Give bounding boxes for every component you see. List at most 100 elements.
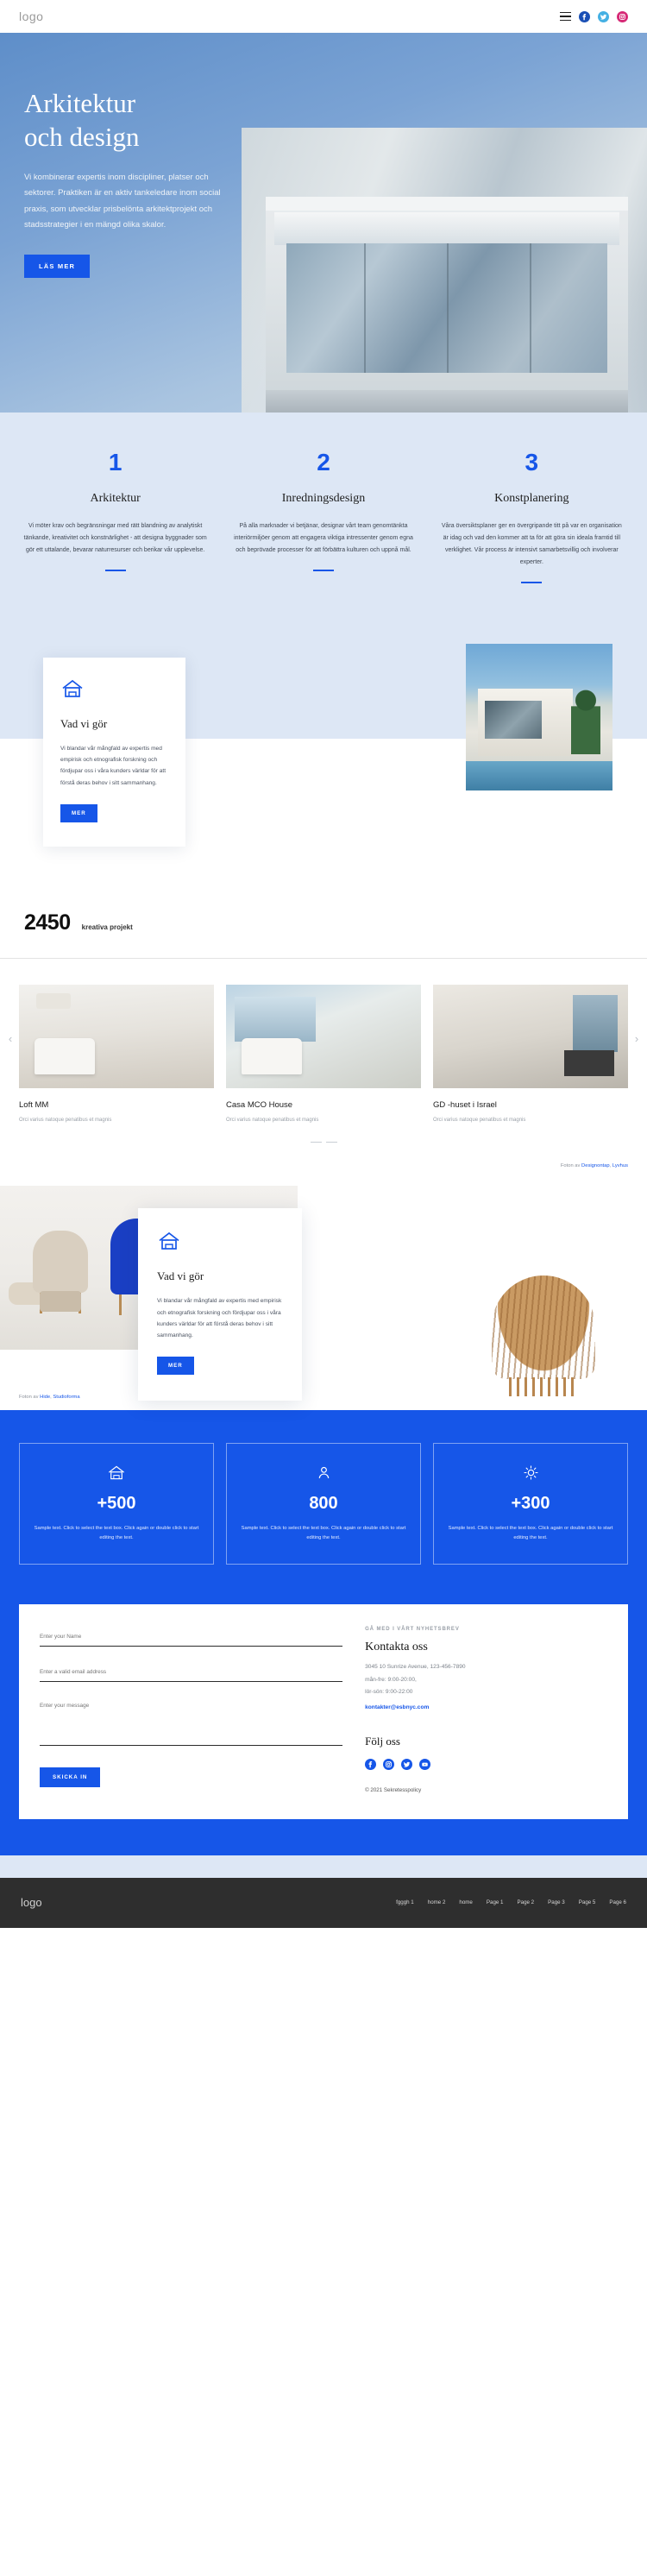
rattan-chair-shape <box>492 1275 595 1397</box>
portfolio-card[interactable]: GD -huset i Israel Orci varius natoque p… <box>433 984 628 1123</box>
twitter-icon[interactable] <box>401 1758 413 1770</box>
pool-shape <box>466 761 612 790</box>
features-section: 1 Arkitektur Vi möter krav och begränsni… <box>0 413 647 628</box>
carousel-dot[interactable] <box>310 1141 322 1143</box>
youtube-icon[interactable] <box>419 1758 431 1770</box>
chevron-left-icon[interactable]: ‹ <box>4 1032 16 1045</box>
message-input[interactable] <box>40 1697 343 1747</box>
footer-link-3[interactable]: home <box>459 1899 472 1905</box>
footer-link-7[interactable]: Page 5 <box>579 1899 596 1905</box>
hero-read-more-button[interactable]: LÄS MER <box>24 254 91 278</box>
counter-number: 2450 <box>24 910 71 935</box>
portfolio-card[interactable]: Loft MM Orci varius natoque penatibus et… <box>19 984 214 1123</box>
contact-form: SKICKA IN <box>40 1627 343 1793</box>
stat-text: Sample text. Click to select the text bo… <box>241 1526 406 1541</box>
hero-section: Arkitektur och design Vi kombinerar expe… <box>0 33 647 413</box>
portfolio-card[interactable]: Casa MCO House Orci varius natoque penat… <box>226 984 421 1123</box>
follow-social-row <box>365 1758 607 1770</box>
feature-divider <box>521 582 543 583</box>
newsletter-eyebrow: GÅ MED I VÅRT NYHETSBREV <box>365 1627 460 1633</box>
burger-line <box>560 19 571 22</box>
stat-item-1: +500 Sample text. Click to select the te… <box>19 1443 214 1565</box>
stat-text: Sample text. Click to select the text bo… <box>448 1526 613 1541</box>
contact-hours-weekend: lör-sön: 9:00-22:00 <box>365 1689 413 1696</box>
name-input[interactable] <box>40 1628 343 1647</box>
stat-item-3: +300 Sample text. Click to select the te… <box>433 1443 628 1565</box>
credit-link-studioforma[interactable]: Studioforma <box>53 1395 79 1400</box>
stat-item-2: 800 Sample text. Click to select the tex… <box>226 1443 421 1565</box>
site-header: logo <box>0 0 647 33</box>
counter-label: kreativa projekt <box>81 923 133 931</box>
contact-info: GÅ MED I VÅRT NYHETSBREV Kontakta oss 30… <box>365 1627 607 1793</box>
beige-chair-shape <box>33 1231 88 1314</box>
hamburger-menu-icon[interactable] <box>560 11 571 22</box>
bottom-spacer <box>0 1855 647 1878</box>
footer-link-1[interactable]: fgggh 1 <box>396 1899 414 1905</box>
carousel-dot[interactable] <box>325 1141 337 1143</box>
footer-link-5[interactable]: Page 2 <box>518 1899 535 1905</box>
copyright-text: © 2021 Sekretesspolicy <box>365 1786 422 1793</box>
feature-text: Våra översiktsplaner ger en övergripande… <box>441 523 622 565</box>
house-outline-icon <box>32 1463 201 1482</box>
credit-link-hide[interactable]: Hide <box>40 1395 50 1400</box>
footer-link-2[interactable]: home 2 <box>428 1899 446 1905</box>
hero-title-line2: och design <box>24 122 140 153</box>
site-logo[interactable]: logo <box>19 9 43 23</box>
palm-tree-shape <box>571 685 600 754</box>
services-card-text: Vi blandar vår mångfald av expertis med … <box>157 1298 282 1338</box>
interior-tv <box>564 1049 614 1076</box>
facebook-icon[interactable] <box>365 1758 377 1770</box>
submit-button[interactable]: SKICKA IN <box>40 1767 101 1788</box>
twitter-icon[interactable] <box>598 10 609 22</box>
interior-accent <box>36 992 71 1009</box>
burger-line <box>560 11 571 14</box>
portfolio-title: GD -huset i Israel <box>433 1099 497 1110</box>
stat-number: +500 <box>97 1494 136 1514</box>
stats-section: +500 Sample text. Click to select the te… <box>0 1410 647 1605</box>
footer-link-4[interactable]: Page 1 <box>487 1899 504 1905</box>
feature-divider <box>104 570 126 571</box>
feature-item-3: 3 Konstplanering Våra översiktsplaner ge… <box>434 450 630 583</box>
furniture-photo-credit: Foton av Hide, Studioforma <box>19 1395 80 1400</box>
stat-text: Sample text. Click to select the text bo… <box>34 1526 199 1541</box>
hero-title: Arkitektur och design <box>24 86 345 154</box>
interior-table <box>35 1037 95 1074</box>
hero-title-line1: Arkitektur <box>24 88 136 118</box>
about-section: Vad vi gör Vi blandar vår mångfald av ex… <box>0 628 647 897</box>
contact-wrapper: SKICKA IN GÅ MED I VÅRT NYHETSBREV Konta… <box>0 1604 647 1855</box>
feature-number: 1 <box>108 449 122 476</box>
instagram-icon[interactable] <box>617 10 628 22</box>
services-more-button[interactable]: MER <box>157 1357 194 1376</box>
feature-item-2: 2 Inredningsdesign På alla marknader vi … <box>225 450 421 583</box>
interior-stairs <box>573 994 618 1052</box>
instagram-icon[interactable] <box>383 1758 395 1770</box>
credit-prefix: Foton av <box>19 1395 41 1401</box>
email-input[interactable] <box>40 1664 343 1683</box>
feature-text: Vi möter krav och begränsningar med rätt… <box>23 523 207 553</box>
portfolio-title: Loft MM <box>19 1099 49 1110</box>
feature-text: På alla marknader vi betjänar, designar … <box>234 523 413 553</box>
hero-building-base <box>266 390 628 413</box>
contact-title: Kontakta oss <box>365 1641 428 1654</box>
feature-number: 2 <box>317 449 330 476</box>
contact-email-link[interactable]: kontakter@esbnyc.com <box>365 1704 607 1710</box>
feature-title: Arkitektur <box>90 492 141 505</box>
portfolio-image <box>226 984 421 1088</box>
footer-logo[interactable]: logo <box>21 1896 42 1909</box>
feature-number: 3 <box>525 449 539 476</box>
chevron-right-icon[interactable]: › <box>631 1032 643 1045</box>
footer-link-6[interactable]: Page 3 <box>548 1899 565 1905</box>
about-villa-photo <box>466 644 612 790</box>
credit-link-designontap[interactable]: Designontap <box>581 1163 610 1168</box>
facebook-icon[interactable] <box>579 10 590 22</box>
about-more-button[interactable]: MER <box>60 803 97 822</box>
site-footer: logo fgggh 1 home 2 home Page 1 Page 2 P… <box>0 1877 647 1928</box>
footer-link-8[interactable]: Page 6 <box>609 1899 626 1905</box>
credit-link-lyvhus[interactable]: Lyvhus <box>612 1163 628 1168</box>
feature-title: Konstplanering <box>494 492 569 505</box>
carousel-pagination[interactable] <box>19 1141 628 1143</box>
sun-outline-icon <box>446 1463 615 1482</box>
interior-table <box>242 1037 302 1074</box>
footer-nav: fgggh 1 home 2 home Page 1 Page 2 Page 3… <box>396 1899 626 1905</box>
furniture-section: Vad vi gör Vi blandar vår mångfald av ex… <box>0 1177 647 1411</box>
